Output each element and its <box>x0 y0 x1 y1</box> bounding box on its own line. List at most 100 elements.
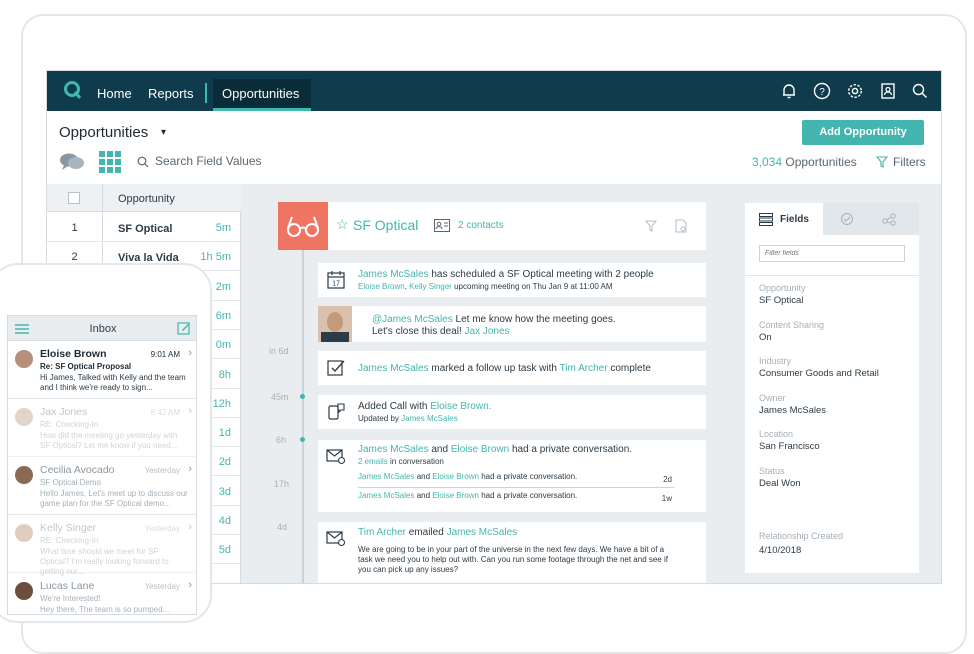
search-input[interactable]: Search Field Values <box>155 154 262 168</box>
email-thread-row[interactable]: James McSales and Eloise Brown had a pri… <box>358 472 674 488</box>
feed-item-task[interactable]: James McSales marked a follow up task wi… <box>318 351 706 385</box>
message-time: 9:01 AM <box>150 350 180 359</box>
column-header-opportunity[interactable]: Opportunity <box>118 193 175 205</box>
phone-screen: Inbox Eloise Brown 9:01 AM › Re: SF Optical… <box>7 315 197 615</box>
bell-icon[interactable] <box>780 82 798 100</box>
message-subject: We're Interested! <box>40 594 101 603</box>
opportunity-count: 3,034 Opportunities <box>752 155 857 169</box>
share-icon[interactable] <box>882 212 896 226</box>
emails-link[interactable]: 2 emails <box>358 457 388 466</box>
row-age: 0m <box>215 339 231 352</box>
user-link[interactable]: James McSales <box>358 363 429 374</box>
document-icon[interactable] <box>675 219 687 233</box>
filters-button[interactable]: Filters <box>893 155 926 169</box>
inbox-message[interactable]: Kelly Singer Yesterday › RE: Checking-In Wha… <box>8 516 196 576</box>
user-link[interactable]: James McSales <box>358 472 414 481</box>
user-link[interactable]: Eloise Brown <box>432 491 479 500</box>
user-link[interactable]: Eloise Brown <box>358 282 405 291</box>
avatar <box>15 350 33 368</box>
table-row[interactable]: 1 SF Optical 5m <box>47 213 241 242</box>
field-value[interactable]: On <box>759 332 772 343</box>
field-value[interactable]: Consumer Goods and Retail <box>759 368 879 379</box>
row-age: 1d <box>218 427 231 440</box>
field-label: Location <box>759 429 794 439</box>
user-link[interactable]: James McSales <box>447 527 518 538</box>
nav-reports[interactable]: Reports <box>148 71 194 111</box>
filter-icon[interactable] <box>876 156 888 168</box>
message-time: Yesterday <box>144 524 180 533</box>
divider <box>745 275 919 276</box>
search-icon[interactable] <box>911 82 929 100</box>
filter-icon[interactable] <box>645 220 657 232</box>
tab-fields[interactable]: Fields <box>745 203 823 235</box>
message-sender: Eloise Brown <box>40 348 107 360</box>
search-field-icon <box>137 156 149 168</box>
feed-text: James McSales marked a follow up task wi… <box>358 363 651 374</box>
user-link[interactable]: Jax Jones <box>465 326 510 337</box>
field-value[interactable]: SF Optical <box>759 295 803 306</box>
opportunity-count-number: 3,034 <box>752 155 783 169</box>
logo-icon[interactable] <box>63 80 83 100</box>
page-title[interactable]: Opportunities <box>59 124 148 141</box>
person-photo <box>321 312 349 342</box>
row-age: 2m <box>215 280 231 293</box>
timeline-label: in 6d <box>269 346 289 356</box>
fields-panel: Fields Opportunity SF Optical Content Sh… <box>745 203 919 573</box>
chevron-down-icon[interactable]: ▾ <box>161 127 166 138</box>
feed-item-call[interactable]: Added Call with Eloise Brown. Updated by… <box>318 395 706 429</box>
message-preview: Hi James, Talked with Kelly and the team… <box>40 373 186 392</box>
feed-item-meeting[interactable]: 17 James McSales has scheduled a SF Opti… <box>318 263 706 297</box>
updated-by-label: Updated by <box>358 414 399 423</box>
opportunity-name[interactable]: SF Optical <box>353 217 418 233</box>
user-link[interactable]: Tim Archer <box>560 363 608 374</box>
feed-item-conversation[interactable]: James McSales and Eloise Brown had a pri… <box>318 440 706 512</box>
user-link[interactable]: James McSales <box>401 414 457 423</box>
field-label: Industry <box>759 356 792 366</box>
nav-home[interactable]: Home <box>97 71 132 111</box>
contacts-link[interactable]: 2 contacts <box>458 220 504 231</box>
user-link[interactable]: James McSales <box>358 269 429 280</box>
row-age: 3d <box>218 485 231 498</box>
user-link[interactable]: Eloise Brown. <box>430 401 491 412</box>
comment-text: Let's close this deal! <box>372 326 462 337</box>
inbox-message[interactable]: Jax Jones 8:42 AM › RE: Checking-In How did … <box>8 400 196 457</box>
add-opportunity-button[interactable]: Add Opportunity <box>802 120 924 145</box>
chat-icon[interactable] <box>59 151 85 173</box>
message-preview: What time should we meet for SF Optical?… <box>40 547 169 576</box>
timeline-dot <box>300 394 305 399</box>
email-thread-row[interactable]: James McSales and Eloise Brown had a pri… <box>358 491 674 505</box>
timeline-label: 45m <box>271 392 289 402</box>
compose-icon[interactable] <box>177 321 191 335</box>
field-value[interactable]: San Francisco <box>759 441 820 452</box>
user-link[interactable]: Eloise Brown <box>451 444 509 455</box>
user-mention[interactable]: @James McSales <box>372 314 453 325</box>
user-link[interactable]: James McSales <box>358 444 429 455</box>
help-icon[interactable]: ? <box>813 82 831 100</box>
user-link[interactable]: Tim Archer <box>358 527 406 538</box>
field-value[interactable]: 4/10/2018 <box>759 545 801 556</box>
feed-action: marked a follow up task with <box>431 363 557 374</box>
row-age: 5m <box>215 222 231 234</box>
gear-icon[interactable] <box>846 82 864 100</box>
feed-item-email[interactable]: Tim Archer emailed James McSales We are … <box>318 522 706 583</box>
star-icon[interactable]: ☆ <box>336 216 349 233</box>
nav-opportunities[interactable]: Opportunities <box>222 71 299 111</box>
contacts-icon[interactable] <box>879 82 897 100</box>
user-link[interactable]: Eloise Brown <box>432 472 479 481</box>
inbox-message[interactable]: Cecilia Avocado Yesterday › SF Optical Demo… <box>8 458 196 515</box>
filter-fields-input[interactable] <box>759 245 905 262</box>
feed-item-comment[interactable]: @James McSales Let me know how the meeti… <box>318 306 706 342</box>
grid-view-icon[interactable] <box>99 151 121 173</box>
select-all-checkbox[interactable] <box>68 192 80 204</box>
inbox-message[interactable]: Eloise Brown 9:01 AM › Re: SF Optical Propo… <box>8 342 196 399</box>
row-opportunity-name[interactable]: SF Optical <box>118 223 172 235</box>
feed-action: Added Call with <box>358 401 428 412</box>
inbox-message[interactable]: Lucas Lane Yesterday › We're Interested! Hey… <box>8 574 196 614</box>
svg-text:17: 17 <box>332 281 340 288</box>
email-icon <box>326 449 346 465</box>
field-value-status[interactable]: Deal Won <box>759 478 801 489</box>
field-value[interactable]: James McSales <box>759 405 826 416</box>
user-link[interactable]: James McSales <box>358 491 414 500</box>
user-link[interactable]: Kelly Singer <box>409 282 452 291</box>
badge-icon[interactable] <box>840 212 854 226</box>
